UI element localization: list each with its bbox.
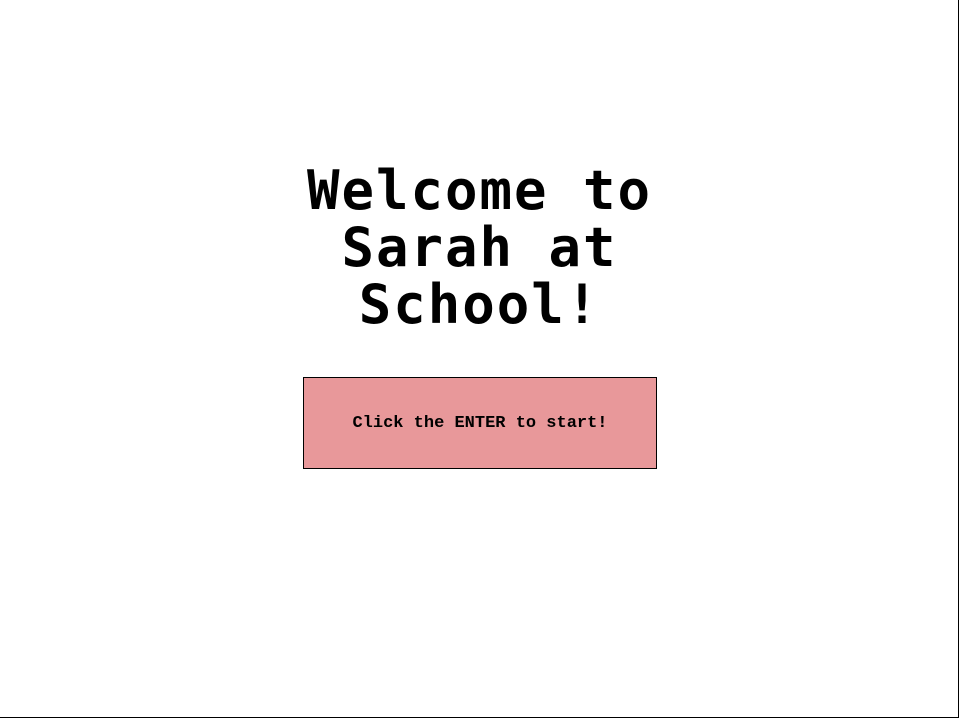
game-canvas: Welcome to Sarah at School! Click the EN…	[0, 0, 959, 718]
start-button[interactable]: Click the ENTER to start!	[303, 377, 657, 469]
game-title: Welcome to Sarah at School!	[306, 159, 653, 336]
